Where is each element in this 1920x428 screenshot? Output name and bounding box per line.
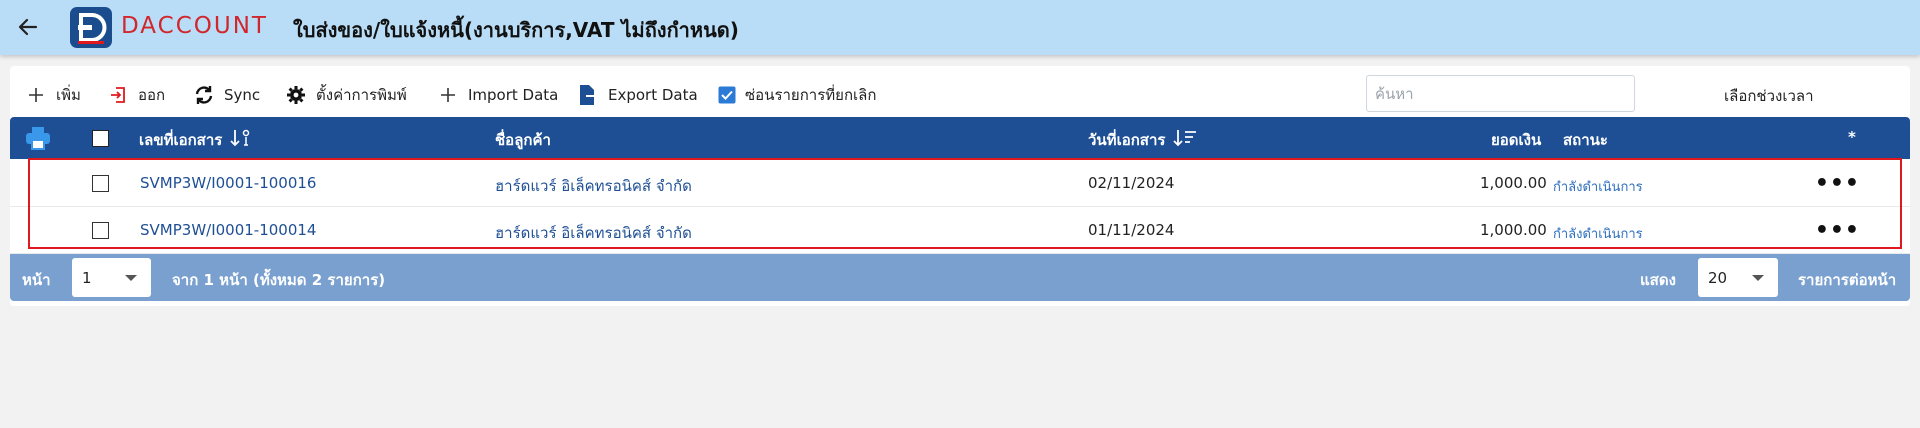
sync-button[interactable]: Sync	[192, 82, 260, 108]
doc-date: 02/11/2024	[1088, 174, 1175, 192]
chevron-down-icon	[1752, 275, 1764, 281]
add-button[interactable]: เพิ่ม	[24, 82, 81, 108]
status-badge: กำลังดำเนินการ	[1553, 227, 1643, 242]
checkbox-checked-icon[interactable]	[715, 83, 739, 107]
table-row[interactable]: SVMP3W/I0001-100016 ฮาร์ดแวร์ อิเล็คทรอน…	[10, 161, 1910, 207]
column-customer[interactable]: ชื่อลูกค้า	[495, 128, 551, 152]
period-selector[interactable]: เลือกช่วงเวลา	[1724, 84, 1814, 108]
import-data-label: Import Data	[468, 86, 559, 104]
add-label: เพิ่ม	[56, 86, 81, 104]
column-doc-no-label: เลขที่เอกสาร	[139, 131, 223, 149]
plus-icon	[24, 83, 48, 107]
column-doc-no[interactable]: เลขที่เอกสาร	[139, 128, 252, 152]
select-all-checkbox[interactable]	[92, 130, 109, 147]
checkbox-icon[interactable]	[92, 222, 109, 239]
printer-icon[interactable]	[25, 126, 51, 150]
sort-desc-icon[interactable]	[1173, 128, 1197, 152]
doc-no-link[interactable]: SVMP3W/I0001-100014	[140, 221, 316, 239]
exit-label: ออก	[138, 86, 166, 104]
more-options-icon[interactable]: •••	[1815, 171, 1860, 196]
doc-date: 01/11/2024	[1088, 221, 1175, 239]
page-info: จาก 1 หน้า (ทั้งหมด 2 รายการ)	[172, 271, 386, 289]
exit-button[interactable]: ออก	[106, 82, 165, 108]
table-header: เลขที่เอกสาร ชื่อลูกค้า วันที่เอกสาร ยอด…	[10, 117, 1910, 159]
checkbox-icon[interactable]	[92, 175, 109, 192]
print-settings-button[interactable]: ตั้งค่าการพิมพ์	[284, 82, 407, 108]
column-amount[interactable]: ยอดเงิน	[1491, 128, 1541, 152]
sort-icon[interactable]	[230, 128, 252, 152]
exit-icon	[106, 83, 130, 107]
plus-icon	[436, 83, 460, 107]
column-doc-date-label: วันที่เอกสาร	[1088, 131, 1166, 149]
row-checkbox[interactable]	[92, 222, 109, 239]
doc-no-link[interactable]: SVMP3W/I0001-100016	[140, 174, 316, 192]
per-page-suffix: รายการต่อหน้า	[1798, 271, 1897, 289]
brand-logo-text: DACCOUNT	[121, 13, 268, 39]
amount: 1,000.00	[1480, 221, 1547, 239]
show-label: แสดง	[1640, 271, 1676, 289]
sync-icon	[192, 83, 216, 107]
status-badge: กำลังดำเนินการ	[1553, 180, 1643, 195]
page-title: ใบส่งของ/ใบแจ้งหนี้(งานบริการ,VAT ไม่ถึง…	[293, 18, 739, 42]
page-label: หน้า	[22, 271, 51, 289]
column-doc-date[interactable]: วันที่เอกสาร	[1088, 128, 1197, 152]
column-star: *	[1848, 128, 1856, 146]
row-checkbox[interactable]	[92, 175, 109, 192]
table-row[interactable]: SVMP3W/I0001-100014 ฮาร์ดแวร์ อิเล็คทรอน…	[10, 208, 1910, 254]
page-select[interactable]: 1	[72, 258, 151, 297]
amount: 1,000.00	[1480, 174, 1547, 192]
hide-cancelled-label: ซ่อนรายการที่ยกเลิก	[745, 86, 877, 104]
back-arrow-icon[interactable]	[14, 13, 42, 41]
import-data-button[interactable]: Import Data	[436, 82, 558, 108]
per-page-select-value: 20	[1708, 269, 1728, 287]
print-settings-label: ตั้งค่าการพิมพ์	[316, 86, 407, 104]
hide-cancelled-toggle[interactable]: ซ่อนรายการที่ยกเลิก	[715, 82, 876, 108]
per-page-select[interactable]: 20	[1698, 258, 1778, 297]
customer-link[interactable]: ฮาร์ดแวร์ อิเล็คทรอนิคส์ จำกัด	[495, 221, 692, 245]
chevron-down-icon	[125, 275, 137, 281]
logo-icon	[70, 7, 112, 48]
app-header: DACCOUNT ใบส่งของ/ใบแจ้งหนี้(งานบริการ,V…	[0, 0, 1920, 55]
sync-label: Sync	[224, 86, 261, 104]
column-status[interactable]: สถานะ	[1563, 128, 1608, 152]
page-select-value: 1	[82, 269, 92, 287]
gear-icon	[284, 83, 308, 107]
pagination-bar: หน้า 1 จาก 1 หน้า (ทั้งหมด 2 รายการ) แสด…	[10, 254, 1910, 301]
export-file-icon	[576, 83, 600, 107]
more-options-icon[interactable]: •••	[1815, 218, 1860, 243]
export-data-label: Export Data	[608, 86, 698, 104]
checkbox-icon[interactable]	[92, 130, 109, 147]
customer-link[interactable]: ฮาร์ดแวร์ อิเล็คทรอนิคส์ จำกัด	[495, 174, 692, 198]
export-data-button[interactable]: Export Data	[576, 82, 698, 108]
search-input[interactable]	[1366, 75, 1635, 112]
